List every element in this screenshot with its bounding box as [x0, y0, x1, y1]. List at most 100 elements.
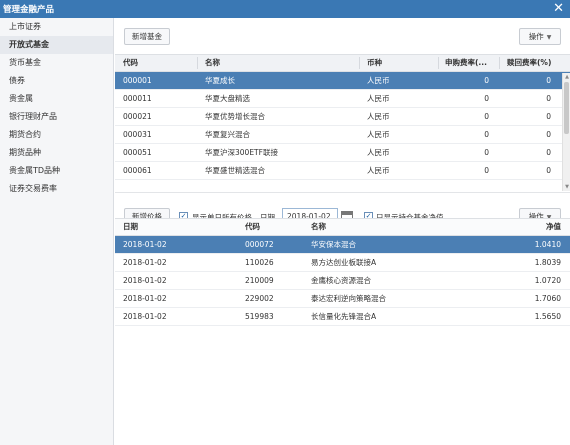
sidebar-item-bank-wealth-products[interactable]: 银行理财产品	[0, 108, 113, 126]
cell-code: 210009	[245, 276, 274, 285]
cell-nav: 1.8039	[534, 258, 561, 267]
cell-name: 易方达创业板联接A	[311, 258, 377, 267]
cell-code: 110026	[245, 258, 274, 267]
fund-action-label: 操作	[528, 32, 544, 41]
column-header-nav[interactable]: 净值	[535, 219, 561, 235]
table-row[interactable]: 000011 华夏大盘精选 人民币 0 0	[115, 90, 570, 108]
table-row[interactable]: 000051 华夏沪深300ETF联接 人民币 0 0	[115, 144, 570, 162]
scrollbar-thumb[interactable]	[564, 82, 569, 134]
cell-nav: 1.0410	[534, 240, 561, 249]
table-row[interactable]: 000001 华夏成长 人民币 0 0	[115, 72, 570, 90]
cell-redeem-fee: 0	[546, 112, 551, 121]
main-panel: 新增基金 操作 ▼ 代码 名称 币种 申购费率(... 赎回费率(%) 00000…	[115, 18, 570, 445]
column-header-code[interactable]: 代码	[123, 55, 138, 71]
sidebar-item-futures-contracts[interactable]: 期货合约	[0, 126, 113, 144]
sidebar-item-precious-metals[interactable]: 贵金属	[0, 90, 113, 108]
cell-currency: 人民币	[367, 94, 390, 103]
cell-code: 000011	[123, 94, 152, 103]
scroll-up-icon[interactable]: ▲	[563, 73, 570, 81]
sidebar-item-label: 证券交易费率	[9, 184, 57, 193]
cell-purchase-fee: 0	[484, 148, 489, 157]
column-divider[interactable]	[438, 57, 439, 69]
cell-redeem-fee: 0	[546, 148, 551, 157]
cell-name: 华夏复兴混合	[205, 130, 250, 139]
column-header-name[interactable]: 名称	[311, 219, 326, 235]
cell-date: 2018-01-02	[123, 258, 167, 267]
sidebar-item-bonds[interactable]: 债券	[0, 72, 113, 90]
cell-nav: 1.7060	[534, 294, 561, 303]
table-row[interactable]: 2018-01-02 000072 华安保本混合 1.0410	[115, 236, 570, 254]
column-header-purchase-fee[interactable]: 申购费率(...	[445, 55, 505, 71]
table-row[interactable]: 2018-01-02 110026 易方达创业板联接A 1.8039	[115, 254, 570, 272]
sidebar-item-label: 期货合约	[9, 130, 41, 139]
cell-name: 华夏盛世精选混合	[205, 166, 265, 175]
cell-nav: 1.0720	[534, 276, 561, 285]
price-table-header: 日期 代码 名称 净值	[115, 218, 570, 236]
cell-code: 000021	[123, 112, 152, 121]
title-bar: 管理金融产品 ✕	[0, 0, 570, 18]
sidebar-item-label: 货币基金	[9, 58, 41, 67]
cell-code: 000051	[123, 148, 152, 157]
column-divider[interactable]	[197, 57, 198, 69]
cell-code: 000072	[245, 240, 274, 249]
cell-code: 229002	[245, 294, 274, 303]
cell-name: 华夏沪深300ETF联接	[205, 148, 278, 157]
fund-table-scrollbar[interactable]: ▲ ▼	[562, 73, 570, 191]
cell-currency: 人民币	[367, 76, 390, 85]
sidebar-item-listed-securities[interactable]: 上市证券	[0, 18, 113, 36]
cell-name: 华安保本混合	[311, 240, 356, 249]
cell-redeem-fee: 0	[546, 130, 551, 139]
column-header-redeem-fee[interactable]: 赎回费率(%)	[507, 55, 551, 71]
cell-date: 2018-01-02	[123, 240, 167, 249]
cell-code: 000001	[123, 76, 152, 85]
cell-name: 金鹰核心资源混合	[311, 276, 371, 285]
fund-table: 代码 名称 币种 申购费率(... 赎回费率(%) 000001 华夏成长 人民…	[115, 54, 570, 180]
sidebar-item-metal-td[interactable]: 贵金属TD品种	[0, 162, 113, 180]
cell-purchase-fee: 0	[484, 94, 489, 103]
column-header-currency[interactable]: 币种	[367, 55, 382, 71]
column-divider[interactable]	[359, 57, 360, 69]
table-row[interactable]: 000031 华夏复兴混合 人民币 0 0	[115, 126, 570, 144]
cell-currency: 人民币	[367, 130, 390, 139]
window-title: 管理金融产品	[3, 5, 55, 15]
table-row[interactable]: 000021 华夏优势增长混合 人民币 0 0	[115, 108, 570, 126]
cell-purchase-fee: 0	[484, 76, 489, 85]
cell-purchase-fee: 0	[484, 112, 489, 121]
sidebar-item-trading-fee-rates[interactable]: 证券交易费率	[0, 180, 113, 198]
sidebar-item-label: 贵金属	[9, 94, 33, 103]
table-row[interactable]: 2018-01-02 210009 金鹰核心资源混合 1.0720	[115, 272, 570, 290]
sidebar-item-label: 债券	[9, 76, 25, 85]
cell-date: 2018-01-02	[123, 294, 167, 303]
cell-code: 000061	[123, 166, 152, 175]
cell-name: 华夏成长	[205, 76, 235, 85]
sidebar-item-label: 贵金属TD品种	[9, 166, 61, 175]
price-table: 日期 代码 名称 净值 2018-01-02 000072 华安保本混合 1.0…	[115, 218, 570, 326]
cell-name: 华夏优势增长混合	[205, 112, 265, 121]
sidebar-item-money-fund[interactable]: 货币基金	[0, 54, 113, 72]
cell-nav: 1.5650	[534, 312, 561, 321]
column-divider[interactable]	[499, 57, 500, 69]
cell-redeem-fee: 0	[546, 166, 551, 175]
scroll-down-icon[interactable]: ▼	[563, 183, 570, 191]
sidebar-item-open-end-fund[interactable]: 开放式基金	[0, 36, 113, 54]
close-icon[interactable]: ✕	[553, 1, 564, 16]
cell-purchase-fee: 0	[484, 130, 489, 139]
cell-name: 泰达宏利逆向策略混合	[311, 294, 386, 303]
table-row[interactable]: 000061 华夏盛世精选混合 人民币 0 0	[115, 162, 570, 180]
fund-action-button[interactable]: 操作 ▼	[519, 28, 561, 45]
table-row[interactable]: 2018-01-02 229002 泰达宏利逆向策略混合 1.7060	[115, 290, 570, 308]
sidebar-item-label: 开放式基金	[9, 40, 49, 49]
sidebar: 上市证券 开放式基金 货币基金 债券 贵金属 银行理财产品 期货合约 期货品种 …	[0, 18, 114, 445]
sidebar-item-label: 期货品种	[9, 148, 41, 157]
table-row[interactable]: 2018-01-02 519983 长信量化先锋混合A 1.5650	[115, 308, 570, 326]
column-header-code[interactable]: 代码	[245, 219, 260, 235]
add-fund-button-label: 新增基金	[132, 32, 162, 41]
cell-redeem-fee: 0	[546, 76, 551, 85]
add-fund-button[interactable]: 新增基金	[124, 28, 170, 45]
column-header-date[interactable]: 日期	[123, 219, 138, 235]
cell-redeem-fee: 0	[546, 94, 551, 103]
column-header-name[interactable]: 名称	[205, 55, 220, 71]
sidebar-item-futures-varieties[interactable]: 期货品种	[0, 144, 113, 162]
cell-code: 519983	[245, 312, 274, 321]
fund-table-header: 代码 名称 币种 申购费率(... 赎回费率(%)	[115, 54, 570, 72]
